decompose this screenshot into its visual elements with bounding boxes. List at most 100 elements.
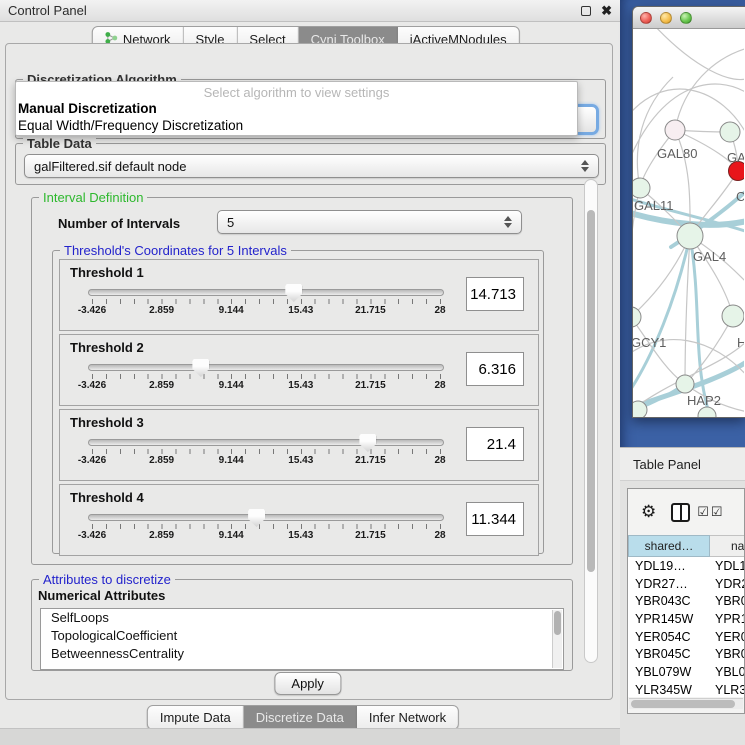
tab-impute-data[interactable]: Impute Data — [148, 706, 244, 729]
table-row[interactable]: YBL079WYBL0 — [628, 663, 745, 681]
axis-tick-label: 28 — [434, 455, 445, 466]
table-panel-title: Table Panel — [620, 457, 701, 472]
cyni-toolbox-panel: Discretization Algorithm Select algorith… — [5, 43, 613, 700]
cell[interactable]: YLR3 — [710, 683, 745, 697]
axis-tick-label: 15.43 — [288, 455, 313, 466]
axis-tick-label: -3.426 — [78, 530, 106, 541]
zoom-traffic-light-icon[interactable] — [680, 12, 692, 24]
axis-tick-label: 28 — [434, 380, 445, 391]
axis-tick-label: 21.715 — [355, 380, 386, 391]
cell[interactable]: YPR145W — [628, 612, 710, 626]
cell[interactable]: YBR043C — [628, 594, 710, 608]
cell[interactable]: YBR0 — [710, 647, 745, 661]
cell[interactable]: YBR045C — [628, 647, 710, 661]
cell[interactable]: YBL0 — [710, 665, 745, 679]
node-hap2[interactable] — [676, 375, 694, 393]
table-row[interactable]: YLR345WYLR3 — [628, 681, 745, 697]
status-strip — [0, 728, 620, 745]
thresholds-group-label: Threshold's Coordinates for 5 Intervals — [60, 243, 291, 258]
gear-icon[interactable]: ⚙ — [641, 502, 656, 522]
panel-vertical-scrollbar[interactable] — [584, 179, 598, 663]
cell[interactable]: YDR27… — [628, 577, 710, 591]
cell[interactable]: YDL1 — [710, 559, 745, 573]
cell[interactable]: YER0 — [710, 630, 745, 644]
attributes-group: Attributes to discretize Numerical Attri… — [31, 579, 573, 671]
table-data-combo-value: galFiltered.sif default node — [34, 159, 186, 174]
threshold-4-value-field[interactable]: 11.344 — [466, 502, 524, 536]
axis-tick-label: 28 — [434, 530, 445, 541]
node-label-cut-h: H — [737, 335, 744, 350]
node-cut-bottom[interactable] — [698, 407, 716, 417]
apply-button[interactable]: Apply — [274, 672, 341, 695]
checkbox-icon[interactable]: ☑ — [697, 504, 709, 520]
list-vertical-scrollbar[interactable] — [552, 610, 562, 668]
table-row[interactable]: YDR27…YDR2 — [628, 575, 745, 593]
minimize-traffic-light-icon[interactable] — [660, 12, 672, 24]
number-of-intervals-combo[interactable]: 5 — [217, 210, 522, 234]
threshold-2-box: Threshold 2 -3.426 2.859 9.144 — [59, 334, 539, 406]
close-icon[interactable]: ✖ — [601, 3, 612, 19]
column-header-name[interactable]: na — [710, 535, 745, 557]
table-row[interactable]: YPR145WYPR1 — [628, 610, 745, 628]
axis-tick-label: 9.144 — [219, 455, 244, 466]
cell[interactable]: YPR1 — [710, 612, 745, 626]
table-panel: ⚙ ☑ ☑ shared… na YDL19…YDL1 YDR27…YDR2 Y… — [620, 481, 745, 745]
table-data-combo[interactable]: galFiltered.sif default node — [24, 154, 599, 178]
node-gal4[interactable] — [677, 223, 703, 249]
threshold-2-value-field[interactable]: 6.316 — [466, 352, 524, 386]
threshold-4-box: Threshold 4 -3.426 2.859 9.144 — [59, 484, 539, 556]
network-canvas[interactable]: GAL80 GA C GAL11 GAL4 GCY1 H HAP2 — [633, 29, 744, 417]
table-horizontal-scrollbar[interactable] — [629, 698, 743, 709]
axis-tick-label: 2.859 — [149, 455, 174, 466]
node-cut-right-mid[interactable] — [722, 305, 744, 327]
table-row[interactable]: YER054CYER0 — [628, 628, 745, 646]
number-of-intervals-label: Number of Intervals — [58, 216, 180, 231]
algorithm-option-equal-width[interactable]: Equal Width/Frequency Discretization — [16, 117, 577, 134]
node-gal11[interactable] — [633, 178, 650, 198]
split-columns-icon[interactable] — [671, 503, 690, 522]
column-header-shared[interactable]: shared… — [628, 535, 710, 557]
network-graph: GAL80 GA C GAL11 GAL4 GCY1 H HAP2 — [633, 29, 744, 417]
control-panel-window: Control Panel ✖ Network — [0, 0, 620, 745]
close-traffic-light-icon[interactable] — [640, 12, 652, 24]
cell[interactable]: YDL19… — [628, 559, 710, 573]
cell[interactable]: YBL079W — [628, 665, 710, 679]
axis-tick-label: 9.144 — [219, 305, 244, 316]
float-window-icon[interactable] — [581, 6, 591, 16]
threshold-1-label: Threshold 1 — [70, 265, 144, 280]
checkbox-icon[interactable]: ☑ — [711, 504, 723, 520]
numerical-attributes-list: SelfLoops TopologicalCoefficient Between… — [40, 608, 564, 670]
network-window-titlebar — [633, 7, 745, 29]
threshold-2-label: Threshold 2 — [70, 340, 144, 355]
list-item[interactable]: BetweennessCentrality — [41, 645, 563, 663]
algorithm-option-manual[interactable]: Manual Discretization — [16, 100, 577, 117]
threshold-3-value-field[interactable]: 21.4 — [466, 427, 524, 461]
node-gcy1[interactable] — [633, 307, 641, 327]
cell[interactable]: YER054C — [628, 630, 710, 644]
table-toolbar: ⚙ ☑ ☑ — [628, 489, 744, 535]
table-row[interactable]: YDL19…YDL1 — [628, 557, 745, 575]
cell[interactable]: YDR2 — [710, 577, 745, 591]
threshold-1-slider[interactable] — [88, 289, 444, 296]
number-of-intervals-value: 5 — [227, 215, 234, 230]
network-view-window: GAL80 GA C GAL11 GAL4 GCY1 H HAP2 — [632, 6, 745, 418]
axis-tick-label: 28 — [434, 305, 445, 316]
axis-tick-label: 2.859 — [149, 305, 174, 316]
table-row[interactable]: YBR043CYBR0 — [628, 592, 745, 610]
slider-axis-labels: -3.426 2.859 9.144 15.43 21.715 28 — [92, 529, 440, 541]
threshold-2-slider[interactable] — [88, 364, 444, 371]
cell[interactable]: YBR0 — [710, 594, 745, 608]
threshold-3-slider[interactable] — [88, 439, 444, 446]
threshold-4-slider[interactable] — [88, 514, 444, 521]
threshold-1-value-field[interactable]: 14.713 — [466, 277, 524, 311]
table-row[interactable]: YBR045CYBR0 — [628, 645, 745, 663]
node-cut-right-top[interactable] — [720, 122, 740, 142]
tab-infer-network[interactable]: Infer Network — [357, 706, 458, 729]
tab-discretize-data[interactable]: Discretize Data — [244, 706, 357, 729]
attributes-group-label: Attributes to discretize — [39, 572, 175, 587]
numerical-attributes-label: Numerical Attributes — [38, 588, 165, 603]
cell[interactable]: YLR345W — [628, 683, 710, 697]
list-item[interactable]: SelfLoops — [41, 609, 563, 627]
node-gal80[interactable] — [665, 120, 685, 140]
list-item[interactable]: TopologicalCoefficient — [41, 627, 563, 645]
